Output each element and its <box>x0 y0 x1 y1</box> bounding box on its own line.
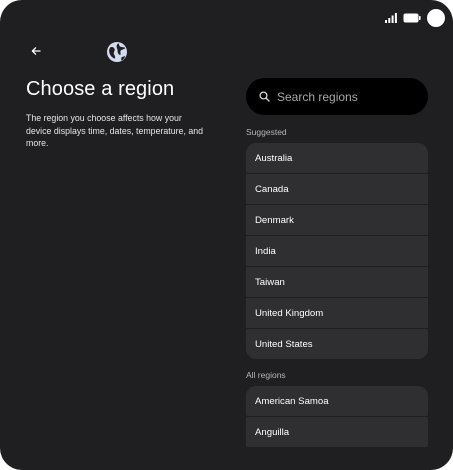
region-item-anguilla[interactable]: Anguilla <box>246 417 428 447</box>
all-region-list: American Samoa Anguilla <box>246 386 428 447</box>
suggested-section-label: Suggested <box>246 127 287 137</box>
status-bar <box>385 7 445 29</box>
region-item-canada[interactable]: Canada <box>246 174 428 204</box>
search-input[interactable] <box>277 89 417 104</box>
page-title: Choose a region <box>26 78 175 100</box>
camera-cutout <box>427 9 445 27</box>
region-item-australia[interactable]: Australia <box>246 143 428 173</box>
suggested-region-list: Australia Canada Denmark India Taiwan Un… <box>246 143 428 359</box>
device-screen: Choose a region The region you choose af… <box>0 0 453 470</box>
search-bar[interactable] <box>246 78 428 115</box>
region-item-united-kingdom[interactable]: United Kingdom <box>246 298 428 328</box>
all-regions-section-label: All regions <box>246 370 286 380</box>
region-item-american-samoa[interactable]: American Samoa <box>246 386 428 416</box>
globe-icon <box>107 42 127 62</box>
search-icon <box>259 91 270 102</box>
battery-icon <box>403 13 421 23</box>
region-item-taiwan[interactable]: Taiwan <box>246 267 428 297</box>
back-arrow-icon <box>31 47 41 55</box>
signal-icon <box>385 13 397 23</box>
back-button[interactable] <box>26 41 46 61</box>
region-item-india[interactable]: India <box>246 236 428 266</box>
region-item-united-states[interactable]: United States <box>246 329 428 359</box>
region-item-denmark[interactable]: Denmark <box>246 205 428 235</box>
page-description: The region you choose affects how your d… <box>26 113 204 149</box>
